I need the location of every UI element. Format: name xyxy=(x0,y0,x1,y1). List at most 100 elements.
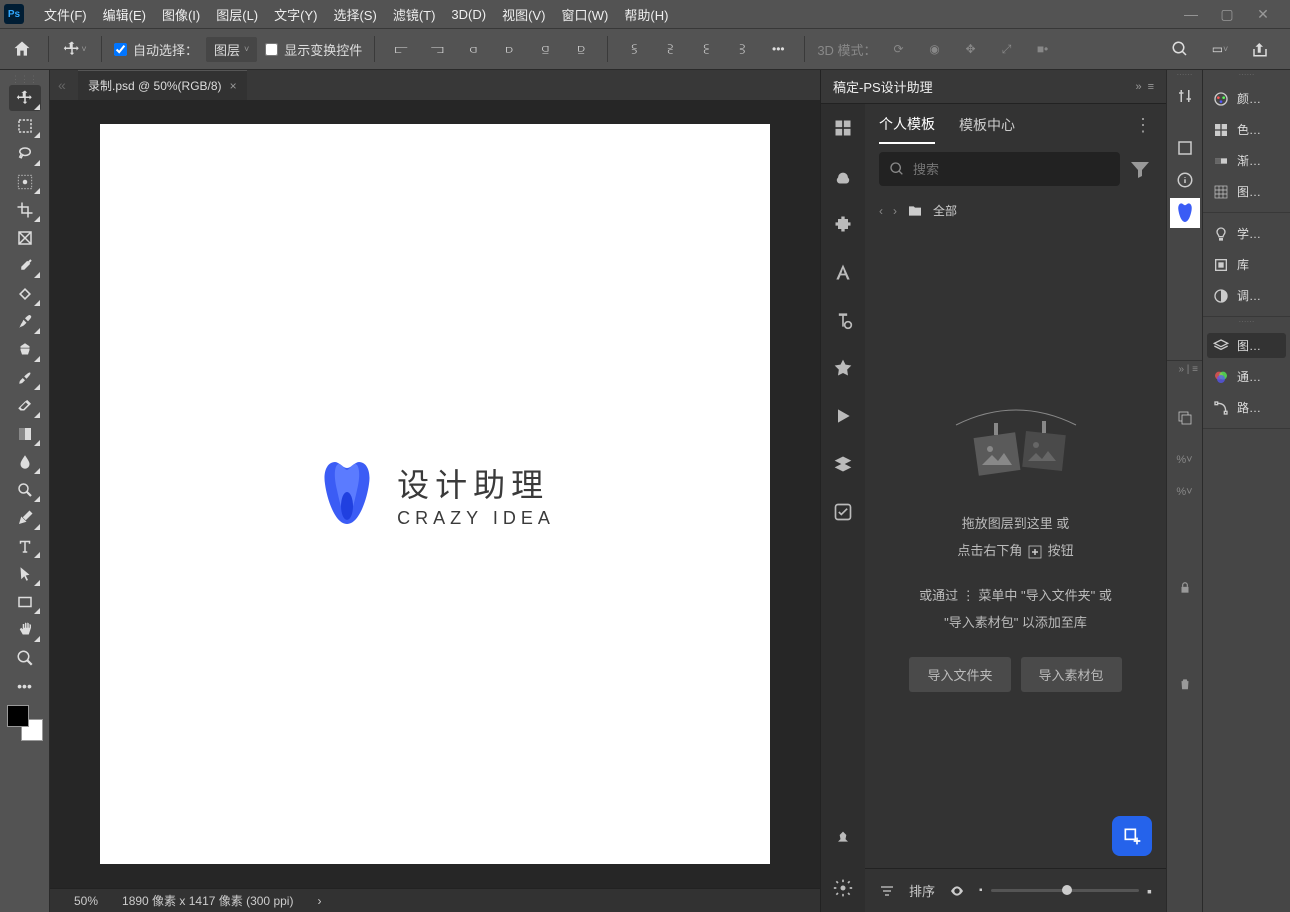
brush-tool[interactable] xyxy=(9,309,41,335)
dock-handle[interactable]: ⋯⋯ xyxy=(1167,70,1202,78)
eraser-tool[interactable] xyxy=(9,393,41,419)
menu-window[interactable]: 窗口(W) xyxy=(553,0,616,28)
auto-select-check[interactable]: 自动选择： xyxy=(114,40,198,59)
fill-field[interactable]: %˅ xyxy=(1171,478,1199,506)
collapse-icon[interactable]: » xyxy=(1135,81,1141,93)
panel-adjustments[interactable]: 调… xyxy=(1207,283,1286,308)
menu-3d[interactable]: 3D(D) xyxy=(443,0,494,28)
sidebar-star-icon[interactable] xyxy=(833,358,853,378)
menu-view[interactable]: 视图(V) xyxy=(494,0,553,28)
home-icon[interactable] xyxy=(8,35,36,63)
panel-paths[interactable]: 路… xyxy=(1207,395,1286,420)
eye-icon[interactable] xyxy=(949,883,965,899)
3d-camera-icon[interactable]: ■• xyxy=(1029,35,1057,63)
panel-handle[interactable]: ⋯⋯ xyxy=(1203,317,1290,325)
canvas-viewport[interactable]: 设计助理 CRAZY IDEA xyxy=(50,100,820,888)
menu-filter[interactable]: 滤镜(T) xyxy=(385,0,444,28)
sidebar-layers-icon[interactable] xyxy=(833,454,853,474)
status-chevron-icon[interactable]: › xyxy=(317,894,321,908)
3d-pan-icon[interactable]: ✥ xyxy=(957,35,985,63)
workspace-icon[interactable]: ▭ ˅ xyxy=(1206,35,1234,63)
menu-help[interactable]: 帮助(H) xyxy=(616,0,676,28)
more-align-icon[interactable]: ••• xyxy=(764,35,792,63)
search-input-wrap[interactable] xyxy=(879,152,1120,186)
menu-type[interactable]: 文字(Y) xyxy=(266,0,325,28)
panel-gradients[interactable]: 渐… xyxy=(1207,148,1286,173)
tab-close-icon[interactable]: × xyxy=(230,79,237,93)
distribute-v-icon[interactable]: ⫔ xyxy=(656,35,684,63)
menu-edit[interactable]: 编辑(E) xyxy=(95,0,154,28)
move-tool[interactable] xyxy=(9,85,41,111)
align-left-icon[interactable]: ⫍ xyxy=(387,35,415,63)
marquee-tool[interactable] xyxy=(9,113,41,139)
lasso-tool[interactable] xyxy=(9,141,41,167)
sort-label[interactable]: 排序 xyxy=(909,881,935,900)
dodge-tool[interactable] xyxy=(9,477,41,503)
menu-image[interactable]: 图像(I) xyxy=(154,0,208,28)
tab-personal-templates[interactable]: 个人模板 xyxy=(879,106,935,144)
sidebar-home-icon[interactable] xyxy=(833,118,853,138)
thumb-size-slider[interactable]: ▪ ▪ xyxy=(979,883,1152,899)
panel-handle[interactable]: ⋯⋯ xyxy=(1203,70,1290,78)
menu-file[interactable]: 文件(F) xyxy=(36,0,95,28)
panel-channels[interactable]: 通… xyxy=(1207,364,1286,389)
folder-all-label[interactable]: 全部 xyxy=(933,202,957,219)
bc-forward-icon[interactable]: › xyxy=(893,204,897,218)
share-icon[interactable] xyxy=(1246,35,1274,63)
zoom-value[interactable]: 50% xyxy=(74,894,98,908)
import-pack-button[interactable]: 导入素材包 xyxy=(1021,657,1122,692)
add-fab-button[interactable] xyxy=(1112,816,1152,856)
sidebar-check-icon[interactable] xyxy=(833,502,853,522)
filter-icon[interactable] xyxy=(1128,157,1152,181)
dimensions-value[interactable]: 1890 像素 x 1417 像素 (300 ppi) xyxy=(122,892,293,909)
search-icon[interactable] xyxy=(1166,35,1194,63)
panel-learn[interactable]: 学… xyxy=(1207,221,1286,246)
align-middle-icon[interactable]: ⫑ xyxy=(531,35,559,63)
dock-collapse-icon[interactable]: » | ≡ xyxy=(1178,364,1198,375)
history-brush-tool[interactable] xyxy=(9,365,41,391)
panel-color[interactable]: 颜… xyxy=(1207,86,1286,111)
gaoding-title-bar[interactable]: 稿定-PS设计助理 » ≡ xyxy=(821,70,1166,104)
frame-tool[interactable] xyxy=(9,225,41,251)
crop-tool[interactable] xyxy=(9,197,41,223)
path-select-tool[interactable] xyxy=(9,561,41,587)
panel-layers[interactable]: 图… xyxy=(1207,333,1286,358)
type-tool[interactable] xyxy=(9,533,41,559)
dock-adjust-icon[interactable] xyxy=(1171,82,1199,110)
sidebar-pin-icon[interactable] xyxy=(833,830,853,850)
menu-select[interactable]: 选择(S) xyxy=(325,0,384,28)
quick-select-tool[interactable] xyxy=(9,169,41,195)
3d-orbit-icon[interactable]: ⟳ xyxy=(885,35,913,63)
fg-color-swatch[interactable] xyxy=(7,705,29,727)
gradient-tool[interactable] xyxy=(9,421,41,447)
distribute-top-icon[interactable]: ⫓ xyxy=(620,35,648,63)
edit-toolbar[interactable]: ••• xyxy=(9,673,41,699)
dock-history-icon[interactable] xyxy=(1171,134,1199,162)
hand-tool[interactable] xyxy=(9,617,41,643)
distribute-h-icon[interactable]: ⫖ xyxy=(728,35,756,63)
dock-info-icon[interactable] xyxy=(1171,166,1199,194)
blur-tool[interactable] xyxy=(9,449,41,475)
minimize-icon[interactable]: — xyxy=(1182,5,1200,23)
opacity-field[interactable]: %˅ xyxy=(1171,446,1199,474)
menu-layer[interactable]: 图层(L) xyxy=(208,0,266,28)
fg-bg-colors[interactable] xyxy=(7,705,43,741)
tab-handle[interactable]: « xyxy=(58,77,78,93)
panel-menu-icon[interactable]: ≡ xyxy=(1148,81,1154,93)
show-transform-check[interactable]: 显示变换控件 xyxy=(265,40,362,59)
panel-swatches[interactable]: 色… xyxy=(1207,117,1286,142)
bc-back-icon[interactable]: ‹ xyxy=(879,204,883,218)
sidebar-play-icon[interactable] xyxy=(833,406,853,426)
sidebar-font-icon[interactable] xyxy=(833,310,853,330)
dock-thumbnail[interactable] xyxy=(1170,198,1200,228)
rectangle-tool[interactable] xyxy=(9,589,41,615)
tab-template-center[interactable]: 模板中心 xyxy=(959,107,1015,143)
sidebar-cloud-icon[interactable] xyxy=(833,166,853,186)
tool-handle[interactable]: ⋮⋮⋮ xyxy=(0,74,49,85)
tab-more-icon[interactable]: ⋮ xyxy=(1134,115,1152,136)
sidebar-text-icon[interactable] xyxy=(833,262,853,282)
align-center-h-icon[interactable]: ⫎ xyxy=(423,35,451,63)
sidebar-settings-icon[interactable] xyxy=(833,878,853,898)
sidebar-plugin-icon[interactable] xyxy=(833,214,853,234)
healing-tool[interactable] xyxy=(9,281,41,307)
